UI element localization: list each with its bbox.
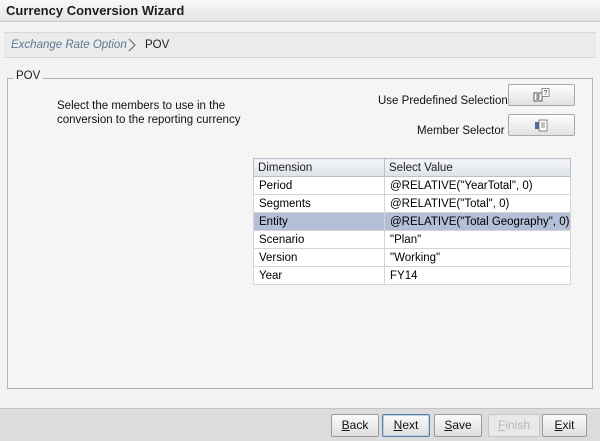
- member-selector-icon: [535, 119, 548, 132]
- dimension-cell: Version: [253, 248, 385, 267]
- chevron-right-icon: [128, 38, 136, 52]
- member-selector-button[interactable]: [508, 114, 575, 136]
- save-button[interactable]: Save: [434, 414, 482, 437]
- value-cell[interactable]: @RELATIVE("Total Geography", 0): [384, 212, 571, 231]
- dimension-cell: Entity: [253, 212, 385, 231]
- member-selector-label: Member Selector: [417, 125, 505, 137]
- dimension-cell: Year: [253, 266, 385, 285]
- dimension-cell: Scenario: [253, 230, 385, 249]
- predefined-selection-label: Use Predefined Selection: [378, 95, 508, 107]
- title-bar: Currency Conversion Wizard: [0, 0, 600, 22]
- column-header-select-value[interactable]: Select Value: [384, 158, 571, 177]
- exit-button[interactable]: Exit: [542, 414, 587, 437]
- value-cell[interactable]: FY14: [384, 266, 571, 285]
- next-button[interactable]: Next: [382, 414, 430, 437]
- predefined-selection-button[interactable]: ?: [508, 84, 575, 106]
- value-cell[interactable]: @RELATIVE("Total", 0): [384, 194, 571, 213]
- svg-text:?: ?: [544, 90, 548, 97]
- breadcrumb: Exchange Rate Option POV: [4, 32, 596, 58]
- dimension-cell: Segments: [253, 194, 385, 213]
- table-row[interactable]: Entity @RELATIVE("Total Geography", 0): [253, 212, 571, 231]
- back-button[interactable]: Back: [331, 414, 379, 437]
- breadcrumb-exchange-rate-option[interactable]: Exchange Rate Option: [11, 39, 127, 51]
- save-label: ave: [452, 418, 472, 432]
- next-label: ext: [402, 418, 419, 432]
- table-row[interactable]: Scenario "Plan": [253, 230, 571, 249]
- predefined-selection-icon: ?: [533, 88, 550, 102]
- table-row[interactable]: Period @RELATIVE("YearTotal", 0): [253, 176, 571, 195]
- table-row[interactable]: Version "Working": [253, 248, 571, 267]
- pov-grid: Dimension Select Value Period @RELATIVE(…: [253, 158, 571, 285]
- finish-label: inish: [505, 418, 531, 432]
- value-cell[interactable]: @RELATIVE("YearTotal", 0): [384, 176, 571, 195]
- breadcrumb-pov: POV: [145, 39, 170, 51]
- grid-header-row: Dimension Select Value: [253, 158, 571, 177]
- value-cell[interactable]: "Plan": [384, 230, 571, 249]
- dimension-cell: Period: [253, 176, 385, 195]
- column-header-dimension[interactable]: Dimension: [253, 158, 385, 177]
- pov-legend: POV: [13, 70, 44, 82]
- table-row[interactable]: Segments @RELATIVE("Total", 0): [253, 194, 571, 213]
- window-title: Currency Conversion Wizard: [6, 3, 185, 18]
- exit-label: xit: [562, 418, 575, 432]
- value-cell[interactable]: "Working": [384, 248, 571, 267]
- finish-button: Finish: [488, 414, 540, 437]
- back-mnemonic: B: [341, 418, 350, 432]
- table-row[interactable]: Year FY14: [253, 266, 571, 285]
- instructions-text: Select the members to use in the convers…: [57, 100, 241, 126]
- exit-mnemonic: E: [554, 418, 563, 432]
- back-label: ack: [349, 418, 369, 432]
